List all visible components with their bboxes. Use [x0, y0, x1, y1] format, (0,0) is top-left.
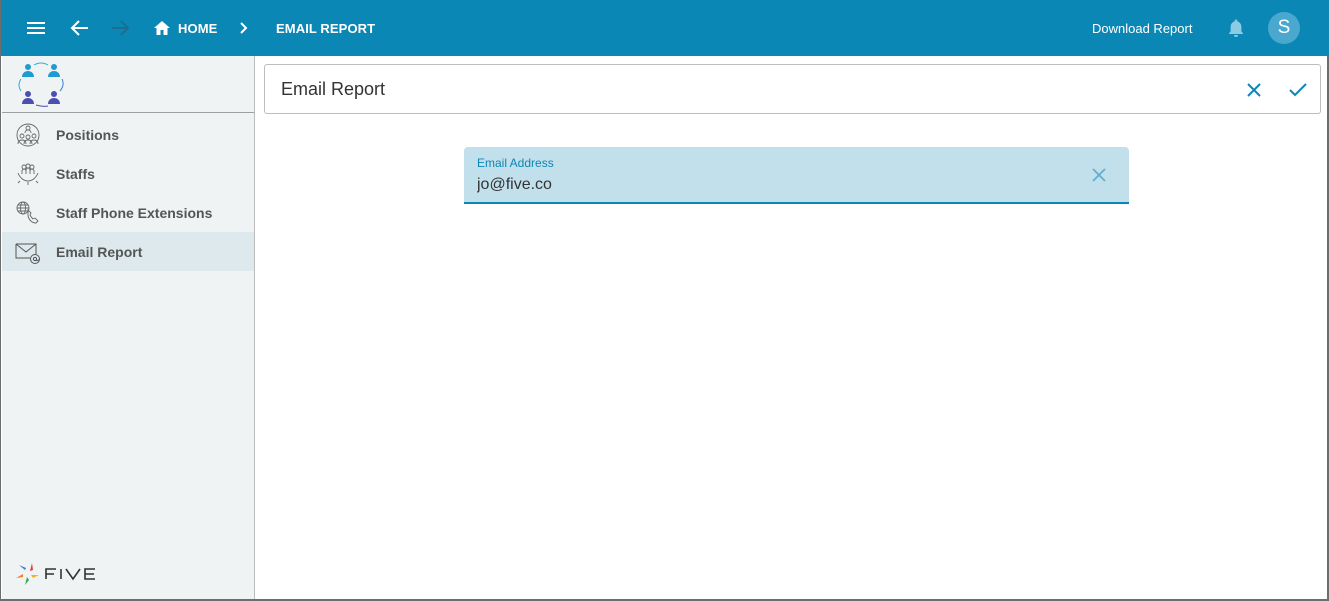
- forward-button[interactable]: [108, 16, 132, 40]
- form-header: Email Report: [264, 64, 1321, 114]
- menu-button[interactable]: [24, 16, 48, 40]
- menu-icon: [27, 22, 45, 34]
- breadcrumb-current: EMAIL REPORT: [276, 20, 376, 36]
- user-avatar[interactable]: S: [1268, 12, 1300, 44]
- confirm-button[interactable]: [1286, 78, 1310, 102]
- sidebar-item-label: Staff Phone Extensions: [56, 204, 213, 221]
- sidebar-item-label: Positions: [56, 126, 120, 143]
- team-cycle-logo-icon: [18, 62, 64, 107]
- back-button[interactable]: [68, 16, 92, 40]
- email-address-field: Email Address: [464, 147, 1129, 204]
- sidebar-item-staffs[interactable]: Staffs: [2, 154, 254, 193]
- breadcrumb-home-label: HOME: [178, 20, 218, 36]
- close-icon: [1247, 83, 1261, 97]
- download-report-button[interactable]: Download Report: [1092, 0, 1192, 56]
- app-logo-area: [2, 56, 254, 113]
- email-at-icon: [15, 243, 40, 264]
- notifications-button[interactable]: [1224, 16, 1248, 40]
- top-app-bar: HOME EMAIL REPORT Download Report S: [1, 0, 1329, 56]
- positions-icon: [16, 123, 40, 147]
- app-frame: HOME EMAIL REPORT Download Report S Posi…: [0, 0, 1329, 601]
- sidebar-item-positions[interactable]: Positions: [2, 115, 254, 154]
- sidebar-item-email-report[interactable]: Email Report: [2, 232, 254, 271]
- cancel-button[interactable]: [1242, 78, 1266, 102]
- breadcrumb-separator: [239, 0, 249, 56]
- sidebar-nav: Positions Staffs Staff Phone Extensions: [2, 113, 254, 271]
- close-icon: [1092, 168, 1106, 182]
- check-icon: [1289, 83, 1307, 97]
- home-icon: [154, 21, 170, 35]
- sidebar: Positions Staffs Staff Phone Extensions: [2, 56, 255, 599]
- arrow-right-icon: [112, 20, 130, 36]
- globe-phone-icon: [16, 201, 39, 224]
- clear-email-button[interactable]: [1088, 164, 1110, 186]
- arrow-left-icon: [70, 20, 88, 36]
- sidebar-item-label: Staffs: [56, 165, 95, 182]
- breadcrumb-home[interactable]: HOME: [153, 0, 217, 56]
- email-address-label: Email Address: [477, 156, 554, 170]
- bell-icon: [1229, 19, 1243, 37]
- staffs-icon: [17, 163, 39, 185]
- five-logo: [15, 561, 107, 587]
- chevron-right-icon: [240, 22, 248, 34]
- five-star-logo-icon: [16, 563, 39, 585]
- email-address-input[interactable]: [477, 174, 1067, 196]
- sidebar-item-staff-phone-extensions[interactable]: Staff Phone Extensions: [2, 193, 254, 232]
- form-title: Email Report: [281, 79, 386, 99]
- five-wordmark: [45, 568, 95, 581]
- sidebar-item-label: Email Report: [56, 243, 143, 260]
